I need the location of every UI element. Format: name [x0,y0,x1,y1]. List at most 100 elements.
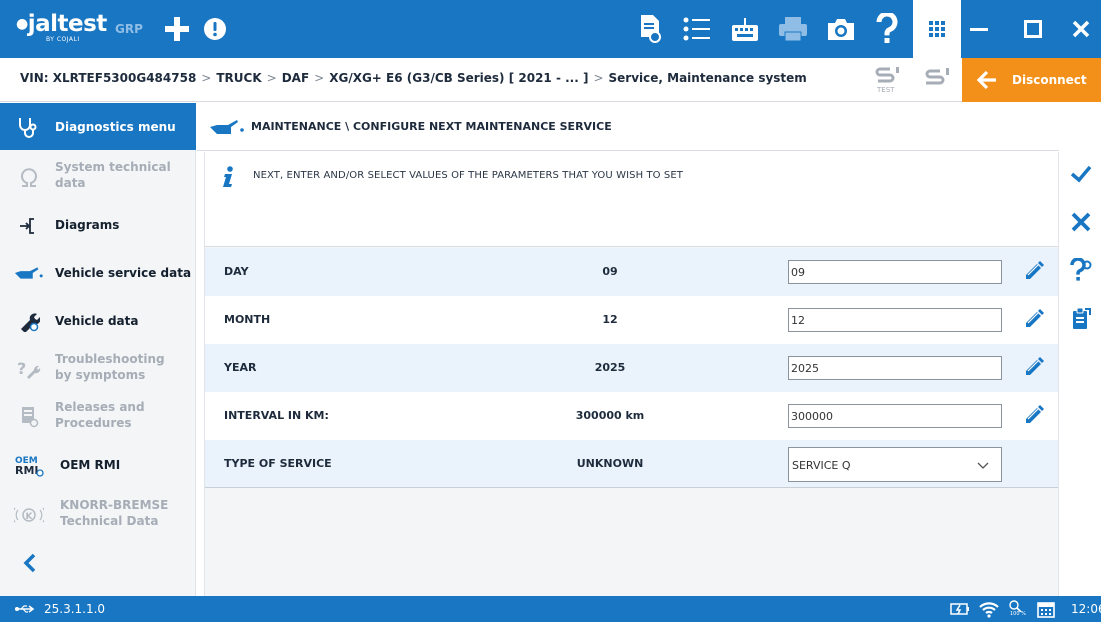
sidebar-item-label: Releases and Procedures [55,400,145,430]
breadcrumb-brand[interactable]: DAF [282,71,309,85]
current-value: 12 [602,313,618,326]
sidebar-item-oem-rmi[interactable]: OEM RMI OEM RMI [0,443,196,487]
list-icon[interactable] [680,12,714,46]
current-value: 09 [602,265,618,278]
troubleshoot-icon: ? [14,357,44,381]
procedure-icon [14,405,44,429]
sidebar-item-label: KNORR-BREMSE Technical Data [60,498,169,528]
breadcrumb-truck[interactable]: TRUCK [216,71,261,85]
sidebar-item-label: OEM RMI [60,458,121,472]
zoom-level: 100 % [1010,611,1026,617]
edition-label: GRP [115,22,143,36]
action-rail [1059,151,1101,596]
parameter-name: TYPE OF SERVICE [224,457,332,470]
parameter-panel: NEXT, ENTER AND/OR SELECT VALUES OF THE … [204,152,1059,596]
collapse-sidebar-icon[interactable] [22,553,38,573]
sidebar-item-diagrams[interactable]: Diagrams [0,203,196,247]
year-input[interactable] [788,356,1002,380]
usb-icon [15,605,35,613]
test-label: TEST [876,86,895,94]
printer-icon[interactable] [776,12,810,46]
breadcrumb-vin: VIN: XLRTEF5300G484758 [20,71,197,85]
clipboard-icon[interactable] [1068,305,1094,331]
sidebar-item-label: Vehicle service data [55,266,192,280]
test-mode-icon[interactable]: TEST [874,66,904,94]
edit-pencil-icon[interactable] [1023,308,1045,330]
disconnect-button[interactable]: Disconnect [962,58,1101,102]
help-icon[interactable] [870,12,904,46]
info-icon [223,166,233,187]
svg-text:?: ? [17,359,26,378]
info-text: NEXT, ENTER AND/OR SELECT VALUES OF THE … [253,170,683,181]
add-icon[interactable] [160,12,194,46]
table-row: DAY 09 [205,248,1058,296]
content-header: MAINTENANCE \ CONFIGURE NEXT MAINTENANCE… [197,103,1059,151]
breadcrumb: VIN: XLRTEF5300G484758 > TRUCK > DAF > XG/XG+ … [20,71,807,85]
sidebar-item-knorr-bremse[interactable]: K KNORR-BREMSE Technical Data [0,493,196,537]
parameter-name: YEAR [224,361,257,374]
service-type-value: SERVICE Q [792,459,851,472]
version-label: 25.3.1.1.0 [44,602,106,616]
breadcrumb-model[interactable]: XG/XG+ E6 (G3/CB Series) [ 2021 - ... ] [329,71,588,85]
maximize-icon[interactable] [1016,12,1050,46]
omega-icon [14,165,44,189]
keyboard-icon[interactable] [728,12,762,46]
day-input[interactable] [788,260,1002,284]
sidebar-item-label: Diagrams [55,218,120,232]
alert-icon[interactable] [198,12,232,46]
service-type-select[interactable]: SERVICE Q [788,447,1002,482]
status-bar: 25.3.1.1.0 100 % 12:06 [0,596,1101,622]
sidebar-item-releases-procedures[interactable]: Releases and Procedures [0,395,196,439]
edit-pencil-icon[interactable] [1023,260,1045,282]
oil-can-icon [14,261,44,285]
parameter-name: MONTH [224,313,271,326]
breadcrumb-separator: > [201,71,212,85]
sidebar-header-diagnostics[interactable]: Diagnostics menu [0,103,196,150]
breadcrumb-system: Service, Maintenance system [608,71,807,85]
arrow-left-icon [976,70,996,90]
sidebar-header-label: Diagnostics menu [55,119,176,134]
current-value: 2025 [594,361,626,374]
breadcrumb-separator: > [593,71,604,85]
sidebar-item-troubleshooting[interactable]: ? Troubleshooting by symptoms [0,347,196,391]
current-value: UNKNOWN [576,457,644,470]
current-value: 300000 km [575,409,645,422]
sidebar-item-label: Vehicle data [55,314,139,328]
sidebar-item-system-technical-data[interactable]: System technical data [0,155,196,199]
diagram-icon [14,213,44,237]
stethoscope-icon [19,117,37,138]
sidebar: Diagnostics menu System technical data D… [0,103,196,596]
logo-subtext: BY COJALI [46,36,80,43]
breadcrumb-bar: VIN: XLRTEF5300G484758 > TRUCK > DAF > XG/XG+ … [0,58,1101,102]
page-title: MAINTENANCE \ CONFIGURE NEXT MAINTENANCE… [251,120,612,133]
wrench-icon [14,309,44,333]
oem-rmi-icon: OEM RMI [14,453,44,477]
apps-grid-icon[interactable] [913,0,961,58]
edit-pencil-icon[interactable] [1023,356,1045,378]
logo-text: jaltest [27,11,108,37]
cancel-icon[interactable] [1068,209,1094,235]
breadcrumb-separator: > [266,71,277,85]
help-info-icon[interactable] [1068,257,1094,283]
oil-can-icon [210,119,244,134]
main-content: MAINTENANCE \ CONFIGURE NEXT MAINTENANCE… [197,103,1059,596]
connection-icon[interactable] [922,66,952,94]
calendar-icon[interactable] [1037,600,1055,618]
minimize-icon[interactable] [962,12,996,46]
knorr-icon: K [14,503,44,527]
sidebar-item-vehicle-service-data[interactable]: Vehicle service data [0,251,196,295]
sidebar-item-vehicle-data[interactable]: Vehicle data [0,299,196,343]
parameter-name: DAY [224,265,249,278]
disconnect-label: Disconnect [1012,73,1087,87]
interval-km-input[interactable] [788,404,1002,428]
sidebar-item-label: System technical data [55,160,171,190]
parameter-name: INTERVAL IN KM: [224,409,329,422]
confirm-icon[interactable] [1068,161,1094,187]
camera-icon[interactable] [824,12,858,46]
edit-pencil-icon[interactable] [1023,404,1045,426]
table-row: MONTH 12 [205,296,1058,344]
report-icon[interactable] [633,12,667,46]
close-icon[interactable] [1064,12,1098,46]
table-row: TYPE OF SERVICE UNKNOWN SERVICE Q [205,440,1058,488]
month-input[interactable] [788,308,1002,332]
